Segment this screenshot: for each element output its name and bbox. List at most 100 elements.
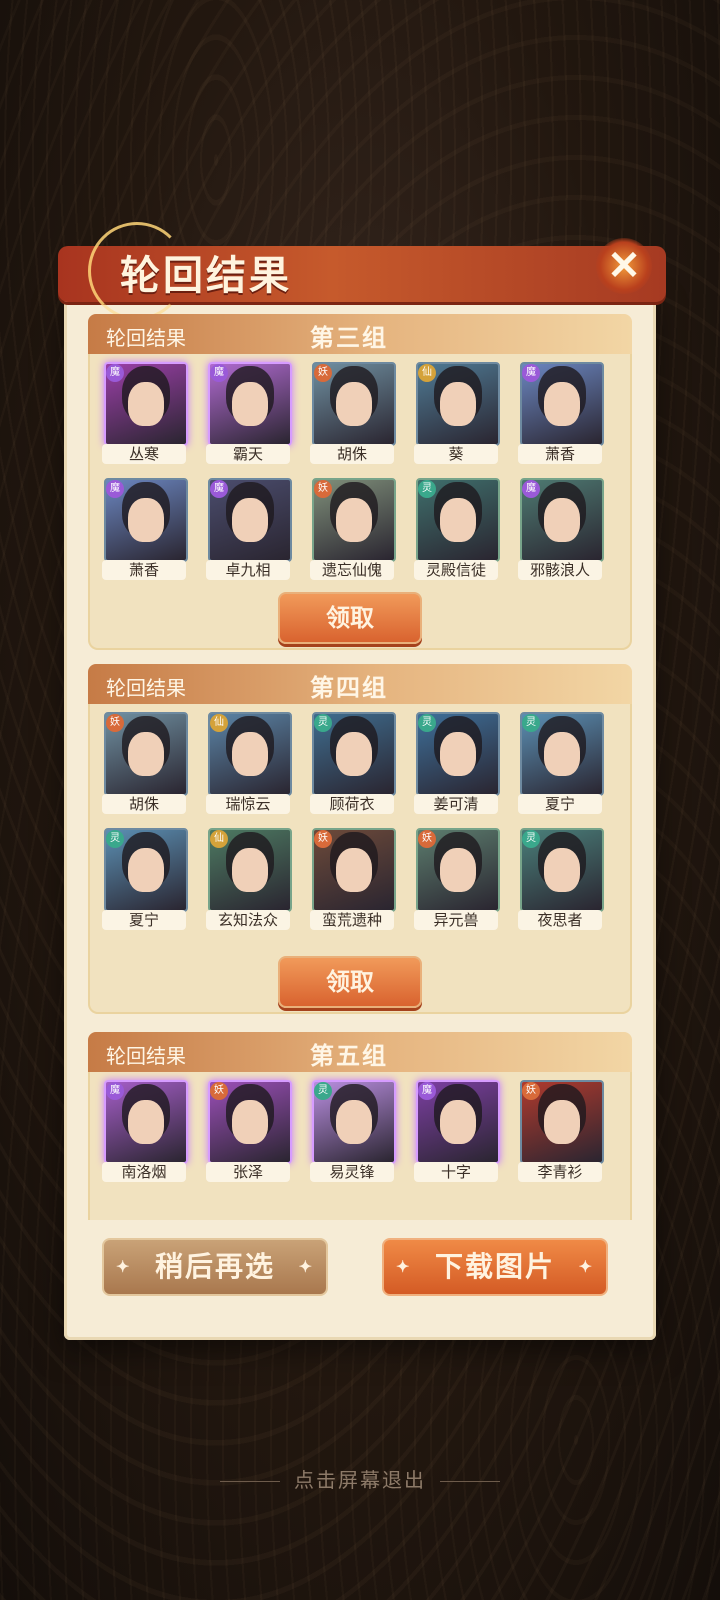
character-card[interactable]: 仙玄知法众 [202, 824, 294, 932]
character-card[interactable]: 灵顾荷衣 [306, 708, 398, 816]
faction-badge-icon: 仙 [418, 364, 436, 382]
character-portrait: 灵 [312, 712, 396, 796]
character-card[interactable]: 仙瑞惊云 [202, 708, 294, 816]
character-card[interactable]: 魔十字 [410, 1076, 502, 1184]
character-card[interactable]: 妖张泽 [202, 1076, 294, 1184]
character-card[interactable]: 灵夏宁 [98, 824, 190, 932]
character-name: 李青衫 [518, 1162, 602, 1182]
faction-badge-icon: 魔 [106, 364, 124, 382]
character-card[interactable]: 灵易灵锋 [306, 1076, 398, 1184]
character-card[interactable]: 灵姜可清 [410, 708, 502, 816]
character-card[interactable]: 妖胡侏 [306, 358, 398, 466]
faction-badge-icon: 魔 [522, 480, 540, 498]
divider [440, 1481, 500, 1482]
character-portrait: 魔 [416, 1080, 500, 1164]
faction-badge-icon: 灵 [522, 714, 540, 732]
character-portrait: 魔 [104, 1080, 188, 1164]
character-face [232, 1100, 268, 1144]
group-3: 轮回结果 第三组 魔丛寒魔霸天妖胡侏仙葵魔萧香魔萧香魔卓九相妖遗忘仙傀灵灵殿信徒… [88, 314, 632, 650]
faction-badge-icon: 灵 [314, 714, 332, 732]
character-name: 萧香 [102, 560, 186, 580]
faction-badge-icon: 妖 [314, 830, 332, 848]
character-name: 十字 [414, 1162, 498, 1182]
character-name: 萧香 [518, 444, 602, 464]
claim-button[interactable]: 领取 [278, 956, 422, 1008]
faction-badge-icon: 魔 [522, 364, 540, 382]
character-name: 葵 [414, 444, 498, 464]
group-label: 轮回结果 [106, 1044, 186, 1068]
character-card[interactable]: 妖蛮荒遗种 [306, 824, 398, 932]
character-portrait: 魔 [520, 478, 604, 562]
faction-badge-icon: 魔 [106, 480, 124, 498]
diamond-icon: ✦ [298, 1257, 314, 1276]
character-portrait: 魔 [520, 362, 604, 446]
character-face [440, 1100, 476, 1144]
group-header: 轮回结果 第三组 [88, 314, 632, 354]
character-name: 胡侏 [310, 444, 394, 464]
character-portrait: 妖 [104, 712, 188, 796]
character-card[interactable]: 魔邪骸浪人 [514, 474, 606, 582]
group-5: 轮回结果 第五组 魔南洛烟妖张泽灵易灵锋魔十字妖李青衫 [88, 1032, 632, 1220]
character-face [544, 732, 580, 776]
character-portrait: 妖 [312, 828, 396, 912]
character-portrait: 妖 [416, 828, 500, 912]
character-face [128, 848, 164, 892]
character-portrait: 妖 [520, 1080, 604, 1164]
character-card[interactable]: 魔萧香 [514, 358, 606, 466]
character-card[interactable]: 魔卓九相 [202, 474, 294, 582]
character-face [232, 848, 268, 892]
character-card[interactable]: 魔南洛烟 [98, 1076, 190, 1184]
character-face [128, 732, 164, 776]
character-portrait: 灵 [520, 828, 604, 912]
diamond-icon: ✦ [396, 1257, 412, 1276]
character-card[interactable]: 仙葵 [410, 358, 502, 466]
exit-hint[interactable]: 点击屏幕退出 [0, 1464, 720, 1493]
character-card[interactable]: 灵夏宁 [514, 708, 606, 816]
character-portrait: 灵 [312, 1080, 396, 1164]
character-portrait: 妖 [312, 362, 396, 446]
faction-badge-icon: 魔 [210, 364, 228, 382]
character-face [544, 848, 580, 892]
results-scroll-area[interactable]: 轮回结果 第三组 魔丛寒魔霸天妖胡侏仙葵魔萧香魔萧香魔卓九相妖遗忘仙傀灵灵殿信徒… [88, 310, 632, 1220]
choose-later-button[interactable]: ✦ 稍后再选 ✦ [102, 1238, 328, 1296]
character-card[interactable]: 妖胡侏 [98, 708, 190, 816]
download-image-button[interactable]: ✦ 下载图片 ✦ [382, 1238, 608, 1296]
character-card[interactable]: 妖异元兽 [410, 824, 502, 932]
character-card[interactable]: 妖李青衫 [514, 1076, 606, 1184]
character-card[interactable]: 灵灵殿信徒 [410, 474, 502, 582]
faction-badge-icon: 灵 [522, 830, 540, 848]
faction-badge-icon: 仙 [210, 830, 228, 848]
character-portrait: 妖 [208, 1080, 292, 1164]
character-name: 张泽 [206, 1162, 290, 1182]
character-face [440, 848, 476, 892]
faction-badge-icon: 妖 [522, 1082, 540, 1100]
group-label: 轮回结果 [106, 326, 186, 350]
character-name: 顾荷衣 [310, 794, 394, 814]
character-face [336, 848, 372, 892]
character-name: 南洛烟 [102, 1162, 186, 1182]
group-4: 轮回结果 第四组 妖胡侏仙瑞惊云灵顾荷衣灵姜可清灵夏宁灵夏宁仙玄知法众妖蛮荒遗种… [88, 664, 632, 1014]
faction-badge-icon: 魔 [210, 480, 228, 498]
group-label: 轮回结果 [106, 676, 186, 700]
choose-later-label: 稍后再选 [154, 1250, 275, 1283]
faction-badge-icon: 妖 [418, 830, 436, 848]
character-card[interactable]: 灵夜思者 [514, 824, 606, 932]
character-card[interactable]: 魔丛寒 [98, 358, 190, 466]
download-image-label: 下载图片 [434, 1250, 555, 1283]
character-face [128, 382, 164, 426]
character-card[interactable]: 魔萧香 [98, 474, 190, 582]
claim-button[interactable]: 领取 [278, 592, 422, 644]
character-card[interactable]: 妖遗忘仙傀 [306, 474, 398, 582]
character-portrait: 魔 [208, 478, 292, 562]
group-header: 轮回结果 第五组 [88, 1032, 632, 1072]
character-face [440, 732, 476, 776]
character-face [232, 382, 268, 426]
diamond-icon: ✦ [116, 1257, 132, 1276]
character-name: 易灵锋 [310, 1162, 394, 1182]
character-name: 灵殿信徒 [414, 560, 498, 580]
character-name: 卓九相 [206, 560, 290, 580]
close-button[interactable]: ✕ [594, 236, 654, 296]
character-portrait: 妖 [312, 478, 396, 562]
character-card[interactable]: 魔霸天 [202, 358, 294, 466]
character-face [336, 498, 372, 542]
